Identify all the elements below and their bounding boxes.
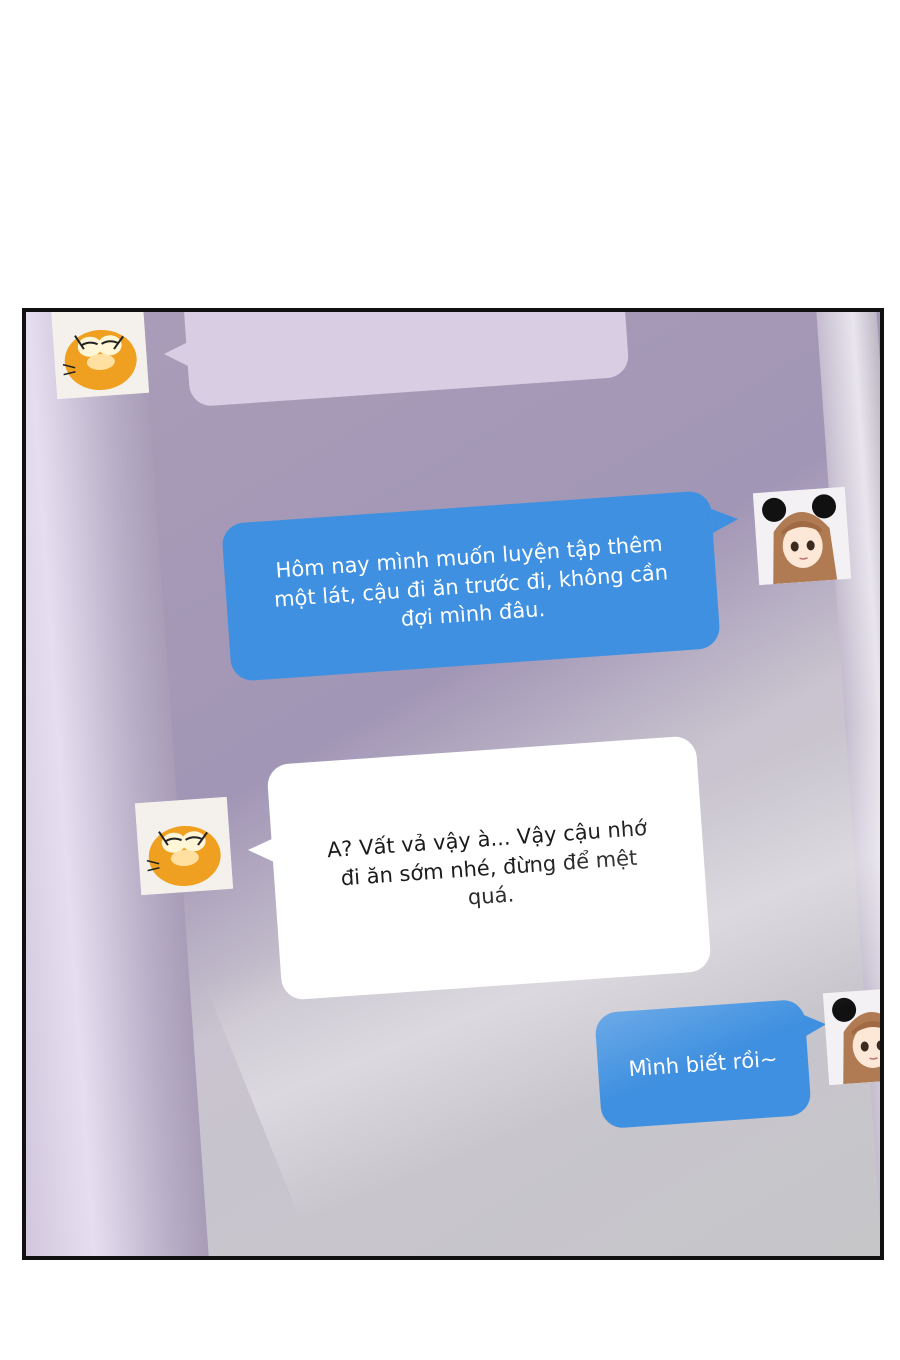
garfield-avatar xyxy=(134,796,234,896)
message-text: Mình biết rồi~ xyxy=(627,1046,779,1082)
girl-mouse-ears-avatar-icon xyxy=(822,986,880,1086)
bubble-tail xyxy=(803,1013,827,1037)
message-bubble-outgoing: Mình biết rồi~ xyxy=(594,998,812,1130)
message-bubble-incoming-partial xyxy=(182,312,630,408)
garfield-cat-avatar-icon xyxy=(134,796,234,896)
girl-avatar xyxy=(752,486,852,586)
phone-frame-right xyxy=(815,312,880,1256)
message-bubble-incoming: A? Vất vả vậy à... Vậy cậu nhớ đi ăn sớm… xyxy=(266,735,712,1001)
garfield-avatar-top xyxy=(50,312,150,400)
bubble-tail xyxy=(248,838,274,862)
girl-avatar xyxy=(822,986,880,1086)
message-text: A? Vất vả vậy à... Vậy cậu nhớ đi ăn sớm… xyxy=(326,816,648,910)
message-bubble-outgoing: Hôm nay mình muốn luyện tập thêm một lát… xyxy=(221,490,721,682)
girl-mouse-ears-avatar-icon xyxy=(752,486,852,586)
bubble-tail xyxy=(711,507,739,533)
garfield-cat-avatar-icon xyxy=(50,312,150,400)
comic-panel: Hôm nay mình muốn luyện tập thêm một lát… xyxy=(22,308,884,1260)
bubble-tail xyxy=(164,342,188,366)
message-text: Hôm nay mình muốn luyện tập thêm một lát… xyxy=(273,532,669,632)
phone-frame-left xyxy=(26,312,211,1256)
